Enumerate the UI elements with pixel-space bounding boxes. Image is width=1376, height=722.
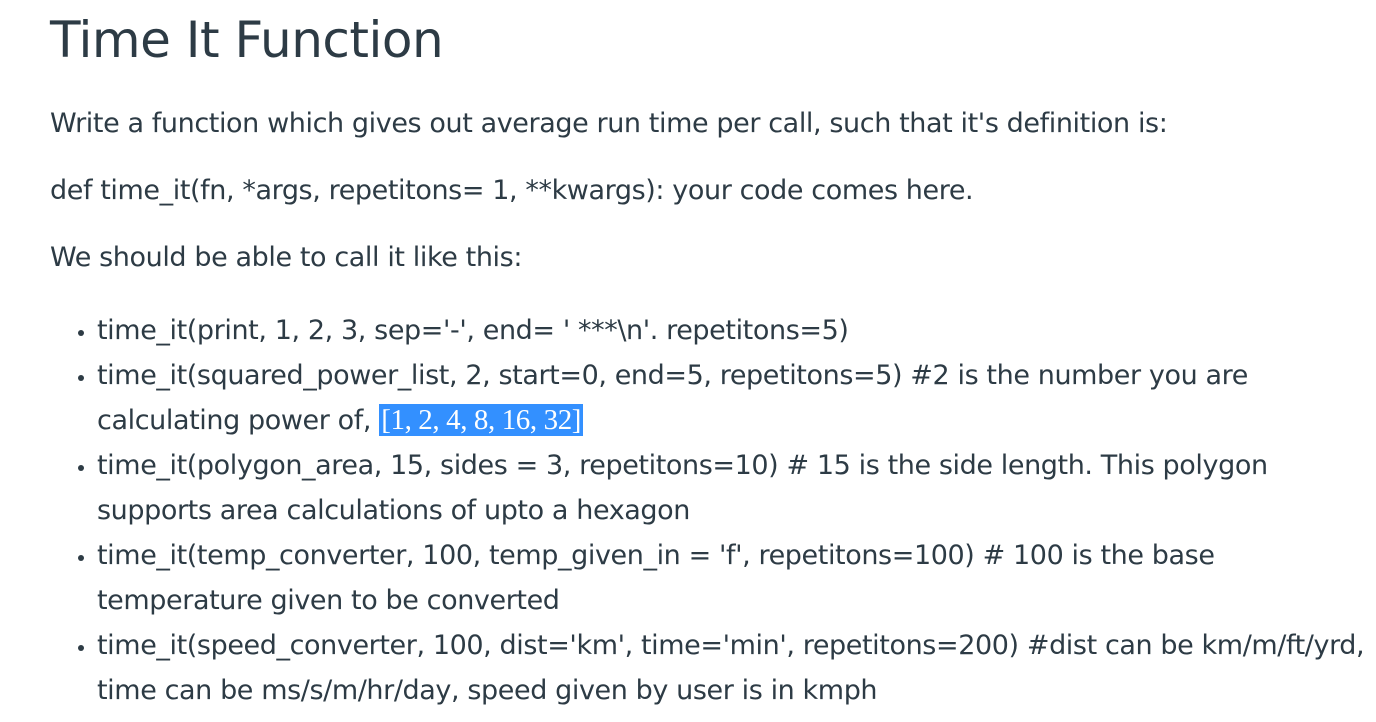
page-title: Time It Function: [50, 11, 444, 69]
example-text: time_it(temp_converter, 100, temp_given_…: [97, 540, 1215, 616]
call-intro-paragraph: We should be able to call it like this:: [50, 242, 523, 273]
example-text: time_it(squared_power_list, 2, start=0, …: [97, 360, 1248, 436]
intro-paragraph: Write a function which gives out average…: [50, 108, 1168, 139]
examples-list: time_it(print, 1, 2, 3, sep='-', end= ' …: [50, 308, 1376, 713]
page-content: Time It Function Write a function which …: [0, 0, 1376, 722]
list-item: time_it(speed_converter, 100, dist='km',…: [97, 623, 1376, 713]
signature-paragraph: def time_it(fn, *args, repetitons= 1, **…: [50, 175, 974, 206]
example-text: time_it(print, 1, 2, 3, sep='-', end= ' …: [97, 315, 849, 346]
selected-text-highlight[interactable]: [1, 2, 4, 8, 16, 32]: [379, 404, 584, 436]
example-text: time_it(polygon_area, 15, sides = 3, rep…: [97, 450, 1268, 526]
list-item: time_it(temp_converter, 100, temp_given_…: [97, 533, 1376, 623]
list-item: time_it(polygon_area, 15, sides = 3, rep…: [97, 443, 1376, 533]
list-item: time_it(print, 1, 2, 3, sep='-', end= ' …: [97, 308, 1376, 353]
example-text: time_it(speed_converter, 100, dist='km',…: [97, 630, 1365, 706]
list-item: time_it(squared_power_list, 2, start=0, …: [97, 353, 1376, 443]
